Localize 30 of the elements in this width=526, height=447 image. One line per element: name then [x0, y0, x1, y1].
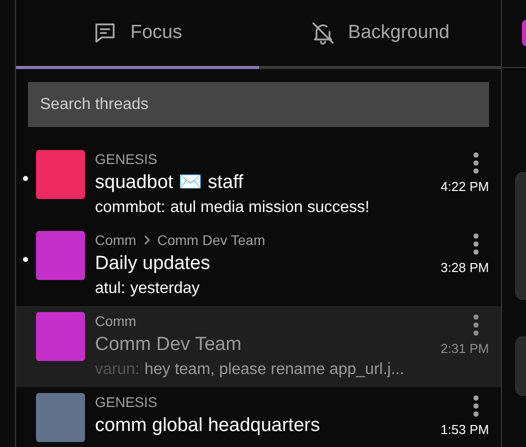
thread-title: comm global headquarters: [95, 414, 321, 438]
more-icon[interactable]: [473, 152, 479, 174]
thread-title: squadbot ✉ staff: [95, 171, 244, 195]
thread-tab[interactable]: Focus: [16, 0, 258, 69]
thread-tab[interactable]: Background: [258, 0, 501, 69]
thread-title: Comm Dev Team: [95, 333, 242, 357]
thread-time: 4:22 PM: [440, 178, 489, 196]
more-icon[interactable]: [473, 314, 479, 336]
message-author: atul:: [95, 279, 126, 299]
message-preview: atul media mission success!: [170, 198, 370, 218]
message-preview: hey team, please rename app_url.j...: [144, 360, 404, 380]
bell-off-icon: [310, 20, 336, 46]
community-name: Comm: [95, 230, 136, 250]
thread-row[interactable]: GENESIS comm global headquarters 1:53 PM: [16, 387, 501, 447]
thread-title: Daily updates: [95, 252, 212, 276]
more-icon[interactable]: [473, 233, 479, 255]
message-author: commbot:: [95, 198, 166, 218]
community-name: Comm: [95, 312, 136, 330]
more-icon[interactable]: [473, 395, 479, 417]
thread-row[interactable]: Comm Comm Dev Team Daily updates atul: yesterday 3:28 PM: [16, 225, 501, 306]
chevron-icon: [142, 235, 152, 245]
message-preview: yesterday: [130, 279, 200, 299]
community-name: Comm Dev Team: [157, 230, 266, 250]
thread-row[interactable]: GENESIS squadbot ✉ staff commbot: atul media mission success! 4:22 PM: [16, 144, 501, 225]
thread-time: 1:53 PM: [440, 421, 489, 439]
community-name: GENESIS: [95, 150, 158, 168]
search-field[interactable]: Search threads: [28, 82, 489, 127]
thread-time: 2:31 PM: [440, 340, 489, 358]
community-name: GENESIS: [95, 392, 158, 412]
thread-time: 3:28 PM: [440, 259, 489, 277]
